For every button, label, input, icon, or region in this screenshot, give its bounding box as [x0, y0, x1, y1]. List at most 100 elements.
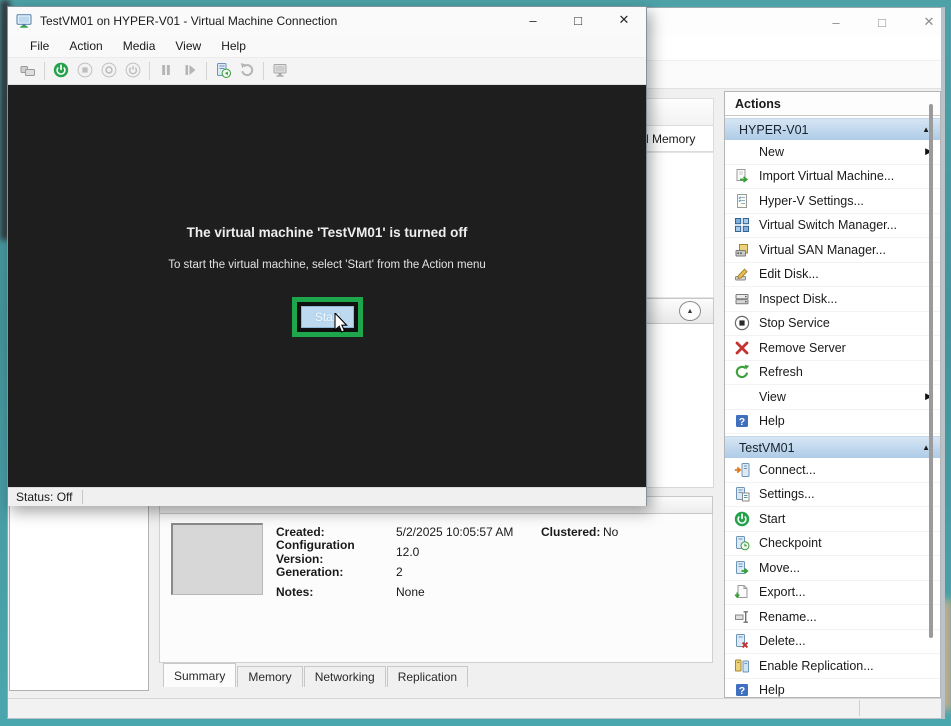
action-import-virtual-machine[interactable]: Import Virtual Machine...: [725, 165, 940, 190]
action-delete[interactable]: Delete...: [725, 630, 940, 655]
action-stop-service[interactable]: Stop Service: [725, 312, 940, 337]
vm-status-text: Status: Off: [16, 490, 72, 504]
action-connect[interactable]: Connect...: [725, 458, 940, 483]
action-label: View: [759, 390, 925, 404]
save-state-button[interactable]: [121, 60, 145, 82]
tab-networking[interactable]: Networking: [304, 666, 386, 687]
actions-group-testvm01[interactable]: TestVM01▲: [725, 436, 940, 458]
action-refresh[interactable]: Refresh: [725, 361, 940, 386]
field-value: 2: [396, 565, 403, 579]
action-help[interactable]: ?Help: [725, 679, 940, 699]
manager-minimize-button[interactable]: –: [821, 12, 851, 32]
action-virtual-san-manager[interactable]: Virtual SAN Manager...: [725, 238, 940, 263]
settings-icon: [734, 486, 750, 502]
revert-button[interactable]: [235, 60, 259, 82]
action-edit-disk[interactable]: Edit Disk...: [725, 263, 940, 288]
action-view[interactable]: View▶: [725, 385, 940, 410]
vm-connection-window: TestVM01 on HYPER-V01 - Virtual Machine …: [7, 6, 647, 506]
resume-step-button[interactable]: [178, 60, 202, 82]
clustered-value: No: [603, 525, 618, 539]
svg-text:?: ?: [739, 416, 745, 428]
checkpoint-icon: [734, 535, 750, 551]
vm-window-title: TestVM01 on HYPER-V01 - Virtual Machine …: [40, 14, 337, 28]
virtual-switch-icon: [734, 217, 750, 233]
manager-close-button[interactable]: ✕: [914, 12, 944, 32]
save-state-icon: [125, 62, 141, 81]
import-icon: [734, 168, 750, 184]
enhanced-session-icon: [272, 62, 288, 81]
vm-close-button[interactable]: ✕: [607, 9, 641, 31]
actions-scrollbar[interactable]: [929, 104, 933, 638]
checkpoint-button[interactable]: [211, 60, 235, 82]
connect-icon: [734, 462, 750, 478]
step-icon: [182, 62, 198, 81]
vm-maximize-button[interactable]: □: [561, 9, 595, 31]
start-icon: [734, 511, 750, 527]
checkpoint-toolbar-icon: [215, 62, 231, 81]
menu-help[interactable]: Help: [211, 34, 256, 57]
action-hyper-v-settings[interactable]: Hyper-V Settings...: [725, 189, 940, 214]
checkpoints-collapse-button[interactable]: ▲: [679, 301, 701, 321]
vm-titlebar[interactable]: TestVM01 on HYPER-V01 - Virtual Machine …: [8, 7, 646, 34]
action-new[interactable]: New▶: [725, 140, 940, 165]
revert-icon: [239, 62, 255, 81]
enable-replication-icon: [734, 658, 750, 674]
manager-statusbar: [8, 698, 941, 718]
summary-field-row: Notes:None: [276, 582, 536, 602]
enhanced-session-button[interactable]: [268, 60, 292, 82]
manager-maximize-button[interactable]: □: [867, 12, 897, 32]
toolbar-separator: [206, 62, 207, 80]
action-help[interactable]: ?Help: [725, 410, 940, 435]
refresh-icon: [734, 364, 750, 380]
menu-view[interactable]: View: [165, 34, 211, 57]
help-icon: ?: [734, 413, 750, 429]
action-start[interactable]: Start: [725, 507, 940, 532]
action-remove-server[interactable]: Remove Server: [725, 336, 940, 361]
ctrl-alt-del-button[interactable]: [16, 60, 40, 82]
action-rename[interactable]: Rename...: [725, 605, 940, 630]
shut-down-button[interactable]: [97, 60, 121, 82]
pause-icon: [158, 62, 174, 81]
mouse-cursor: [334, 313, 354, 335]
manager-statusbar-divider: [859, 700, 860, 716]
toolbar-separator: [263, 62, 264, 80]
actions-group-hyper-v01[interactable]: HYPER-V01▲: [725, 118, 940, 140]
action-virtual-switch-manager[interactable]: Virtual Switch Manager...: [725, 214, 940, 239]
vm-statusbar-separator: [82, 490, 83, 504]
action-label: Inspect Disk...: [759, 292, 932, 306]
tab-summary[interactable]: Summary: [163, 663, 236, 687]
turn-off-button[interactable]: [73, 60, 97, 82]
action-label: Refresh: [759, 365, 932, 379]
start-button[interactable]: [49, 60, 73, 82]
action-checkpoint[interactable]: Checkpoint: [725, 532, 940, 557]
hyperv-settings-icon: [734, 193, 750, 209]
action-label: Stop Service: [759, 316, 932, 330]
edit-disk-icon: [734, 266, 750, 282]
turn-off-icon: [77, 62, 93, 81]
actions-panel-title: Actions: [725, 92, 940, 116]
tab-memory[interactable]: Memory: [237, 666, 302, 687]
action-label: Start: [759, 512, 932, 526]
tab-replication[interactable]: Replication: [387, 666, 468, 687]
help-icon: ?: [734, 682, 750, 698]
action-move[interactable]: Move...: [725, 556, 940, 581]
virtual-san-icon: [734, 242, 750, 258]
action-export[interactable]: Export...: [725, 581, 940, 606]
summary-field-row: Configuration Version:12.0: [276, 542, 536, 562]
pause-button[interactable]: [154, 60, 178, 82]
action-enable-replication[interactable]: Enable Replication...: [725, 654, 940, 679]
action-settings[interactable]: Settings...: [725, 483, 940, 508]
vm-off-hint: To start the virtual machine, select 'St…: [8, 259, 646, 271]
menu-media[interactable]: Media: [113, 34, 166, 57]
vm-list-column-header-assigned-memory[interactable]: d Memory: [638, 126, 714, 152]
action-label: Edit Disk...: [759, 267, 932, 281]
remove-server-icon: [734, 340, 750, 356]
rename-icon: [734, 609, 750, 625]
vm-minimize-button[interactable]: –: [516, 9, 550, 31]
action-inspect-disk[interactable]: Inspect Disk...: [725, 287, 940, 312]
action-label: Virtual Switch Manager...: [759, 218, 932, 232]
menu-file[interactable]: File: [20, 34, 59, 57]
icon-spacer: [734, 389, 750, 405]
summary-tabs: SummaryMemoryNetworkingReplication: [163, 663, 469, 687]
menu-action[interactable]: Action: [59, 34, 112, 57]
